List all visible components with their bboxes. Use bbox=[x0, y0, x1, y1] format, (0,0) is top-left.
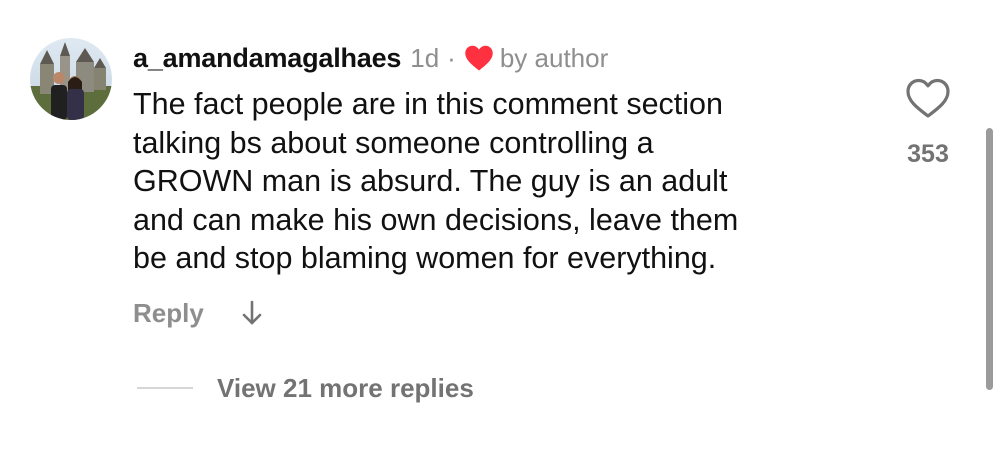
comment-line: GROWN man is absurd. The guy is an adult bbox=[133, 164, 728, 198]
comment-header: a_amandamagalhaes 1d · by author bbox=[133, 40, 608, 76]
heart-filled-icon bbox=[464, 44, 494, 72]
username[interactable]: a_amandamagalhaes bbox=[133, 43, 401, 74]
reply-button[interactable]: Reply bbox=[133, 298, 204, 329]
timestamp: 1d bbox=[410, 42, 440, 73]
avatar-photo bbox=[30, 38, 112, 120]
comment-line: and can make his own decisions, leave th… bbox=[133, 202, 739, 237]
comment-line: be and stop blaming women for everything… bbox=[133, 241, 717, 275]
liked-by-author-label: by author bbox=[499, 42, 609, 73]
comment-line: talking bs about someone controlling a bbox=[133, 125, 654, 160]
avatar[interactable] bbox=[30, 38, 112, 120]
divider bbox=[137, 387, 193, 389]
view-more-replies-button[interactable]: View 21 more replies bbox=[137, 367, 474, 409]
heart-outline-icon[interactable] bbox=[903, 76, 953, 120]
like-count: 353 bbox=[907, 140, 949, 168]
arrow-down-icon[interactable] bbox=[240, 298, 264, 328]
comment-line: The fact people are in this comment sect… bbox=[133, 87, 723, 121]
view-more-replies-label: View 21 more replies bbox=[217, 372, 474, 403]
comment-text: The fact people are in this comment sect… bbox=[133, 85, 853, 278]
comment-actions: Reply bbox=[133, 292, 264, 334]
scrollbar[interactable] bbox=[986, 128, 993, 390]
separator: · bbox=[447, 42, 456, 73]
